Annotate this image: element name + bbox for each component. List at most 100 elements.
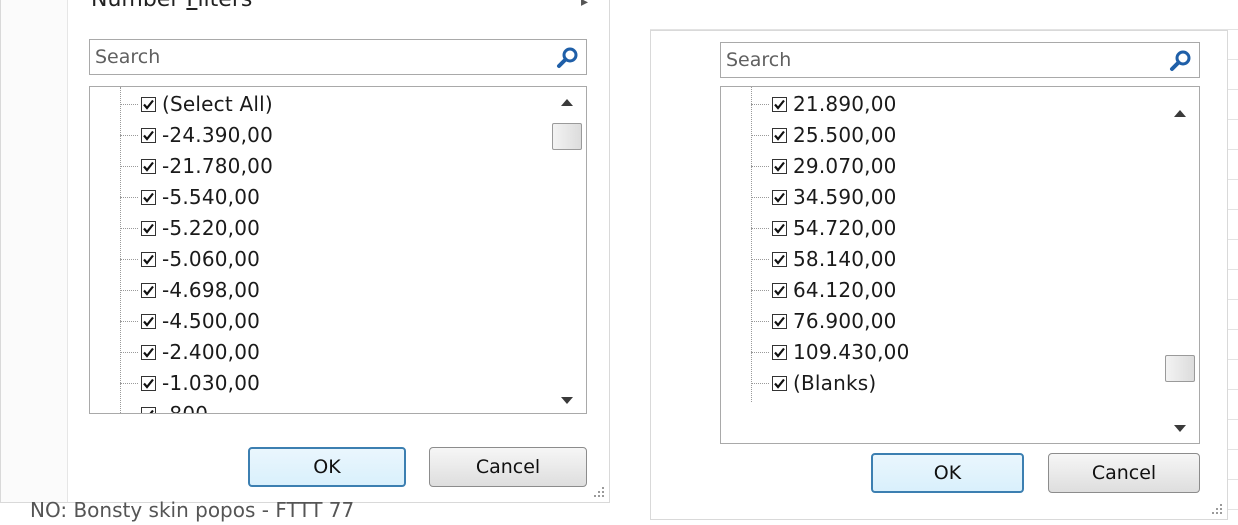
checkbox[interactable] (141, 220, 156, 236)
list-item[interactable]: 34.590,00 (751, 182, 897, 212)
list-item[interactable]: 25.500,00 (751, 120, 897, 150)
list-item[interactable]: 21.890,00 (751, 89, 897, 119)
search-box[interactable] (89, 39, 587, 75)
search-icon[interactable] (1169, 49, 1193, 73)
checkbox[interactable] (772, 344, 787, 360)
list-item-label: -5.540,00 (162, 185, 261, 209)
ok-button[interactable]: OK (871, 453, 1024, 493)
checkbox[interactable] (141, 313, 156, 329)
checkmark-icon (774, 347, 785, 358)
tree-connector-dash (120, 258, 138, 260)
list-item[interactable]: -5.540,00 (120, 182, 260, 212)
checkbox[interactable] (772, 158, 787, 174)
checkbox[interactable] (141, 406, 156, 413)
checkbox[interactable] (141, 282, 156, 298)
list-item[interactable]: -1.030,00 (120, 368, 260, 398)
tree-connector-dash (751, 289, 769, 291)
scroll-down-icon[interactable] (561, 397, 573, 404)
list-item-label: (Blanks) (793, 371, 877, 395)
list-item-label: -800 (162, 402, 209, 414)
checkbox[interactable] (141, 251, 156, 267)
list-item-label: 58.140,00 (793, 247, 897, 271)
cancel-button[interactable]: Cancel (429, 447, 587, 487)
search-icon[interactable] (556, 46, 580, 70)
cancel-button[interactable]: Cancel (1048, 453, 1200, 493)
list-item-label: -5.060,00 (162, 247, 261, 271)
tree-connector-dash (120, 165, 138, 167)
scroll-up-icon[interactable] (1174, 110, 1186, 117)
list-item[interactable]: (Blanks) (751, 368, 876, 398)
list-item[interactable]: 76.900,00 (751, 306, 897, 336)
checkmark-icon (774, 223, 785, 234)
list-item[interactable]: -4.698,00 (120, 275, 260, 305)
list-item[interactable]: -4.500,00 (120, 306, 260, 336)
panel-gap (610, 0, 650, 525)
tree-connector-dash (120, 196, 138, 198)
list-item[interactable]: 109.430,00 (751, 337, 910, 367)
checkbox[interactable] (772, 127, 787, 143)
list-item[interactable]: -5.220,00 (120, 213, 260, 243)
list-item-label: 76.900,00 (793, 309, 897, 333)
tree-connector-dash (751, 351, 769, 353)
list-item[interactable]: -24.390,00 (120, 120, 273, 150)
list-item[interactable]: (Select All) (120, 89, 273, 119)
checkbox[interactable] (141, 375, 156, 391)
checkmark-icon (143, 223, 154, 234)
list-item[interactable]: 58.140,00 (751, 244, 897, 274)
vertical-scrollbar[interactable] (1163, 87, 1199, 443)
list-item-label: 54.720,00 (793, 216, 897, 240)
submenu-arrow-icon: ▸ (581, 0, 589, 10)
list-item[interactable]: -5.060,00 (120, 244, 260, 274)
resize-grip-icon[interactable] (1211, 503, 1223, 515)
checkbox[interactable] (141, 127, 156, 143)
checkbox[interactable] (141, 344, 156, 360)
checkmark-icon (774, 192, 785, 203)
checkbox[interactable] (772, 189, 787, 205)
checkbox[interactable] (141, 96, 156, 112)
list-item[interactable]: -21.780,00 (120, 151, 273, 181)
checkmark-icon (143, 192, 154, 203)
filter-panel-left: Number Filters ▸ (Select All) -24.390,00 -… (0, 0, 610, 503)
ok-button[interactable]: OK (248, 447, 406, 487)
tree-connector-dash (120, 289, 138, 291)
checkmark-icon (143, 99, 154, 110)
checkbox[interactable] (772, 251, 787, 267)
checkbox[interactable] (141, 189, 156, 205)
checkmark-icon (143, 254, 154, 265)
list-item-label: 64.120,00 (793, 278, 897, 302)
number-filters-menu-item[interactable]: Number Filters (91, 0, 252, 12)
checkbox[interactable] (772, 375, 787, 391)
checkmark-icon (774, 99, 785, 110)
partial-cell-text: NO: Bonsty skin popos - FTTT 77 (30, 498, 355, 522)
search-input[interactable] (95, 44, 525, 70)
scrollbar-thumb[interactable] (1165, 355, 1195, 382)
tree-connector-dash (120, 134, 138, 136)
scroll-down-icon[interactable] (1174, 425, 1186, 432)
checkbox[interactable] (772, 282, 787, 298)
checkbox[interactable] (772, 96, 787, 112)
search-input[interactable] (726, 47, 1156, 73)
checkmark-icon (774, 316, 785, 327)
tree-connector-dash (120, 351, 138, 353)
list-item[interactable]: 29.070,00 (751, 151, 897, 181)
vertical-scrollbar[interactable] (550, 87, 586, 413)
list-item[interactable]: -800 (120, 399, 209, 414)
checkmark-icon (143, 378, 154, 389)
scroll-up-icon[interactable] (561, 99, 573, 106)
list-item-label: 25.500,00 (793, 123, 897, 147)
checkmark-icon (143, 285, 154, 296)
list-item-label: -2.400,00 (162, 340, 261, 364)
search-box[interactable] (720, 42, 1200, 78)
tree-connector-dash (751, 320, 769, 322)
tree-connector-dash (120, 103, 138, 105)
scrollbar-thumb[interactable] (552, 123, 582, 150)
value-list: 21.890,00 25.500,00 29.070,00 34.590,00 54.7… (720, 86, 1200, 444)
list-item[interactable]: 64.120,00 (751, 275, 897, 305)
checkbox[interactable] (772, 220, 787, 236)
list-item[interactable]: 54.720,00 (751, 213, 897, 243)
checkbox[interactable] (141, 158, 156, 174)
list-item[interactable]: -2.400,00 (120, 337, 260, 367)
resize-grip-icon[interactable] (593, 486, 605, 498)
filter-panel-right: 21.890,00 25.500,00 29.070,00 34.590,00 54.7… (650, 30, 1228, 520)
checkbox[interactable] (772, 313, 787, 329)
